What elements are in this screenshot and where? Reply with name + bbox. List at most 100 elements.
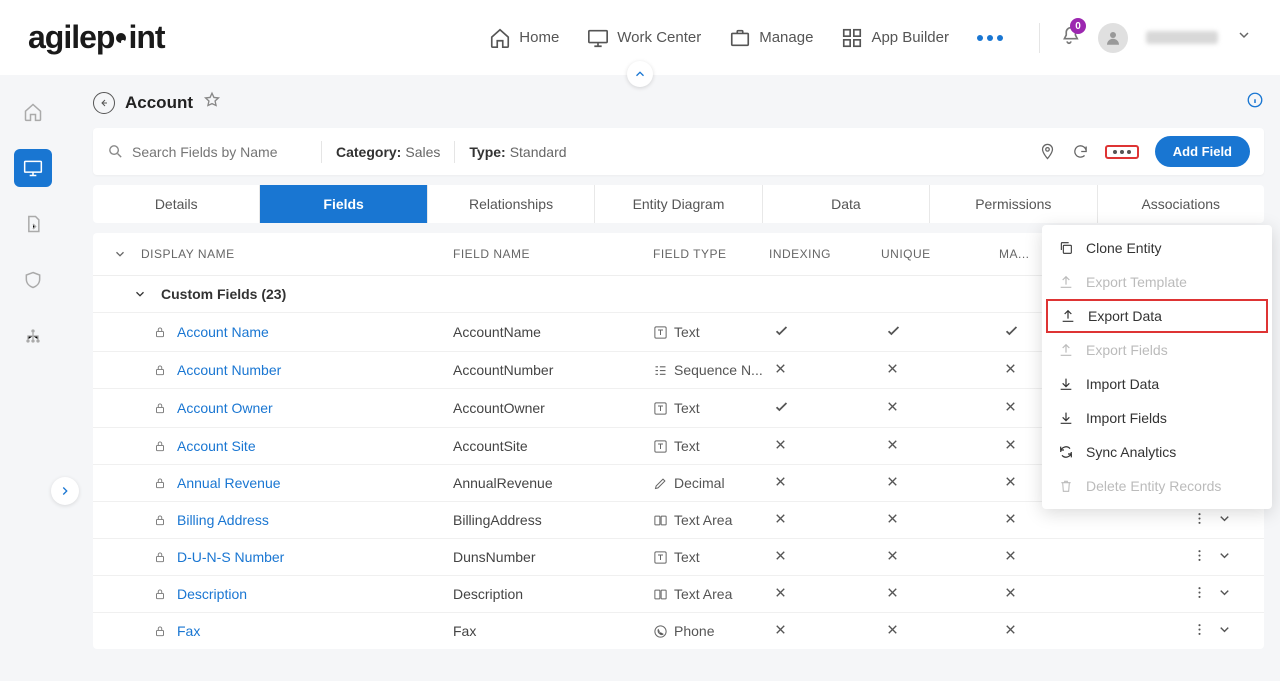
field-link[interactable]: Billing Address xyxy=(113,512,453,528)
row-expand-button[interactable] xyxy=(1217,511,1232,529)
unique-cell xyxy=(881,361,999,379)
vdots-icon xyxy=(1192,622,1207,637)
tab-details[interactable]: Details xyxy=(93,185,260,223)
field-link[interactable]: Account Site xyxy=(113,438,453,454)
table-row: FaxFaxPhone xyxy=(93,612,1264,649)
sidebar-entities[interactable] xyxy=(14,149,52,187)
tab-permissions[interactable]: Permissions xyxy=(930,185,1097,223)
user-menu-toggle[interactable] xyxy=(1236,27,1252,48)
indexing-cell xyxy=(769,361,881,379)
user-avatar[interactable] xyxy=(1098,23,1128,53)
tab-data[interactable]: Data xyxy=(763,185,930,223)
user-name xyxy=(1146,31,1218,44)
mandatory-cell xyxy=(999,511,1089,529)
menu-export-data[interactable]: Export Data xyxy=(1046,299,1268,333)
nav-home[interactable]: Home xyxy=(489,27,559,49)
user-icon xyxy=(1104,29,1122,47)
info-button[interactable] xyxy=(1246,91,1264,114)
page-title: Account xyxy=(125,93,193,113)
chevron-down-icon xyxy=(1217,548,1232,563)
notifications-button[interactable]: 0 xyxy=(1058,24,1080,51)
chevron-down-icon xyxy=(1217,511,1232,526)
type-icon xyxy=(653,363,668,378)
briefcase-icon xyxy=(729,27,751,49)
row-actions-button[interactable] xyxy=(1192,548,1207,566)
search-icon xyxy=(107,143,124,160)
field-type: Text Area xyxy=(653,512,769,528)
nav-more-button[interactable] xyxy=(977,35,1003,41)
document-icon xyxy=(23,214,43,234)
mandatory-cell xyxy=(999,622,1089,640)
type-icon xyxy=(653,587,668,602)
copy-icon xyxy=(1058,240,1074,256)
nav-work-center[interactable]: Work Center xyxy=(587,27,701,49)
menu-delete-entity-records: Delete Entity Records xyxy=(1042,469,1272,503)
field-link[interactable]: Annual Revenue xyxy=(113,475,453,491)
search-input[interactable] xyxy=(132,144,292,160)
field-name: DunsNumber xyxy=(453,549,653,565)
field-type: Phone xyxy=(653,623,769,639)
field-link[interactable]: Account Owner xyxy=(113,400,453,416)
main-content: Account Category:Sales Type:Standard Add… xyxy=(65,75,1280,681)
chevron-down-icon xyxy=(1236,27,1252,43)
row-expand-button[interactable] xyxy=(1217,622,1232,640)
row-expand-button[interactable] xyxy=(1217,548,1232,566)
nav-app-builder[interactable]: App Builder xyxy=(841,27,949,49)
field-type: Text Area xyxy=(653,586,769,602)
tabs: DetailsFieldsRelationshipsEntity Diagram… xyxy=(93,185,1264,223)
refresh-button[interactable] xyxy=(1072,143,1089,160)
row-actions-button[interactable] xyxy=(1192,622,1207,640)
field-link[interactable]: D-U-N-S Number xyxy=(113,549,453,565)
menu-sync-analytics[interactable]: Sync Analytics xyxy=(1042,435,1272,469)
sidebar-home[interactable] xyxy=(14,93,52,131)
sidebar-security[interactable] xyxy=(14,261,52,299)
field-link[interactable]: Fax xyxy=(113,623,453,639)
row-expand-button[interactable] xyxy=(1217,585,1232,603)
more-actions-button[interactable] xyxy=(1105,145,1139,159)
sidebar-sitemap[interactable] xyxy=(14,317,52,355)
more-actions-menu: Clone EntityExport TemplateExport DataEx… xyxy=(1042,225,1272,509)
tab-relationships[interactable]: Relationships xyxy=(428,185,595,223)
filter-bar: Category:Sales Type:Standard Add Field xyxy=(93,128,1264,175)
indexing-cell xyxy=(769,548,881,566)
field-link[interactable]: Description xyxy=(113,586,453,602)
indexing-cell xyxy=(769,398,881,418)
expand-sidebar-button[interactable] xyxy=(51,477,79,505)
row-actions-button[interactable] xyxy=(1192,585,1207,603)
pin-button[interactable] xyxy=(1039,143,1056,160)
menu-export-fields: Export Fields xyxy=(1042,333,1272,367)
table-row: D-U-N-S NumberDunsNumberText xyxy=(93,538,1264,575)
col-indexing: INDEXING xyxy=(769,247,881,261)
field-link[interactable]: Account Number xyxy=(113,362,453,378)
row-actions-button[interactable] xyxy=(1192,511,1207,529)
nav-manage[interactable]: Manage xyxy=(729,27,813,49)
col-unique: UNIQUE xyxy=(881,247,999,261)
chevron-down-icon xyxy=(1217,585,1232,600)
tab-fields[interactable]: Fields xyxy=(260,185,427,223)
category-value: Sales xyxy=(405,144,440,160)
indexing-cell xyxy=(769,511,881,529)
field-link[interactable]: Account Name xyxy=(113,324,453,340)
download-icon xyxy=(1058,410,1074,426)
add-field-button[interactable]: Add Field xyxy=(1155,136,1250,167)
back-button[interactable] xyxy=(93,92,115,114)
menu-clone-entity[interactable]: Clone Entity xyxy=(1042,231,1272,265)
sync-icon xyxy=(1058,444,1074,460)
home-icon xyxy=(23,102,43,122)
favorite-button[interactable] xyxy=(203,91,221,114)
field-name: AccountName xyxy=(453,324,653,340)
menu-import-data[interactable]: Import Data xyxy=(1042,367,1272,401)
sidebar-documents[interactable] xyxy=(14,205,52,243)
collapse-header-button[interactable] xyxy=(627,61,653,87)
menu-import-fields[interactable]: Import Fields xyxy=(1042,401,1272,435)
nav-app-builder-label: App Builder xyxy=(871,29,949,46)
tab-associations[interactable]: Associations xyxy=(1098,185,1264,223)
field-type: Text xyxy=(653,324,769,340)
chevron-up-icon xyxy=(633,67,647,81)
tab-entity-diagram[interactable]: Entity Diagram xyxy=(595,185,762,223)
unique-cell xyxy=(881,622,999,640)
star-icon xyxy=(203,91,221,109)
monitor-icon xyxy=(23,158,43,178)
type-icon xyxy=(653,476,668,491)
field-type: Sequence N... xyxy=(653,362,769,378)
